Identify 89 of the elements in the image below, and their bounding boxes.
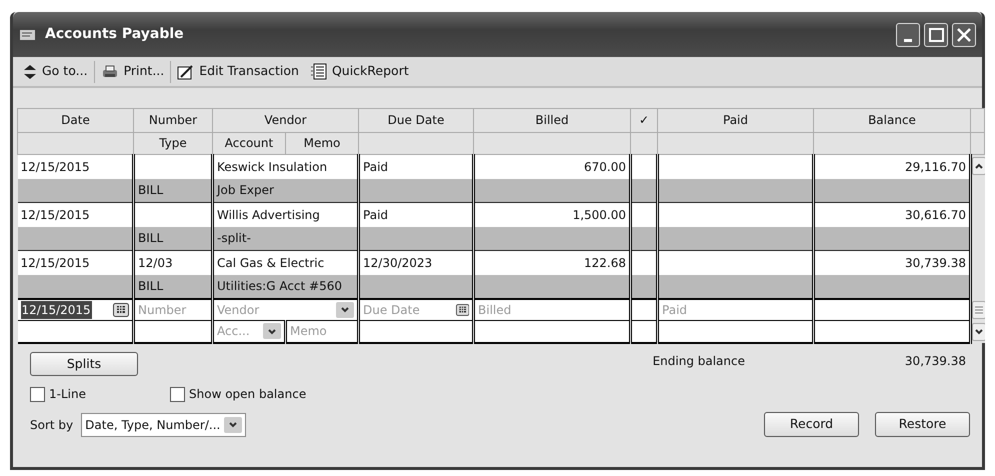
minimize-icon [904,38,912,42]
up-caret-icon [974,162,984,170]
table-cell: 30,739.38 [814,250,971,274]
sort-label: Sort by [30,416,74,434]
checkbox-text: 1-Line [49,386,86,404]
window-title: Accounts Payable [45,25,184,44]
dropdown-button[interactable] [336,302,354,318]
caret-icon [974,327,984,336]
checkbox[interactable] [170,386,185,402]
toolbar-button[interactable]: Edit Transaction [171,60,305,83]
input-field[interactable]: Memo [290,322,354,340]
column-header: Type [134,132,212,154]
register-icon [19,28,37,42]
column-header: Billed [474,108,631,132]
check-mark-column-header: ✓ [630,108,658,132]
column-header: Paid [658,108,814,132]
calendar-icon [113,302,129,317]
table-cell: -split- [212,226,359,250]
table-cell: BILL [134,226,212,250]
action-button[interactable]: Record [764,412,859,437]
column-header: Due Date [358,108,474,132]
column-header: Memo [286,132,359,154]
table-cell: 12/15/2015 [18,202,134,226]
table-cell: 1,500.00 [474,202,631,226]
entry-field[interactable]: Due Date [358,298,474,320]
table-cell: 122.68 [474,250,631,274]
entry-field[interactable]: Vendor [212,298,359,320]
table-cell: 29,116.70 [814,154,971,178]
caret-icon [267,326,277,336]
input-field[interactable]: Paid [662,300,810,319]
column-header: Balance [814,108,971,132]
up-down-arrows-icon [23,64,37,80]
table-cell: 12/30/2023 [358,250,474,274]
entry-field[interactable]: Memo [286,320,359,342]
toolbar-button[interactable]: Go to... [17,60,94,83]
table-cell: Utilities:G Acct #560 [212,274,359,298]
maximize-icon [929,28,944,42]
input-field[interactable]: Billed [478,300,626,319]
column-header: Date [18,108,134,132]
table-cell: 12/03 [134,250,212,274]
scrollbar-thumb[interactable] [972,300,985,318]
caret-icon [228,420,238,430]
minimize-button[interactable] [896,22,920,46]
table-cell: Job Exper [212,178,359,202]
table-cell: Keswick Insulation [212,154,359,178]
action-button[interactable]: Restore [875,412,970,437]
table-cell: BILL [134,274,212,298]
report-icon [310,63,327,80]
close-icon [956,27,972,42]
column-header: Vendor [212,108,359,132]
entry-field[interactable]: Number [134,298,212,320]
table-cell: Paid [358,202,474,226]
checkbox-text: Show open balance [189,386,306,404]
table-cell: Willis Advertising [212,202,359,226]
caret-icon [340,305,350,314]
column-header: Account [212,132,286,154]
scroll-up-button[interactable] [972,157,985,175]
table-cell: Cal Gas & Electric [212,250,359,274]
entry-field[interactable]: Acc... [212,320,286,342]
pencil-paper-icon [177,64,194,80]
entry-field[interactable]: Paid [658,298,814,320]
toolbar-button[interactable]: Print... [94,60,170,83]
sort-dropdown[interactable]: Date, Type, Number/... [81,412,246,437]
table-cell: Paid [358,154,474,178]
toolbar-button[interactable]: QuickReport [304,60,415,83]
ending-balance-label: Ending balance [652,352,745,370]
scroll-down-button[interactable] [972,322,985,340]
table-cell: BILL [134,178,212,202]
date-field[interactable]: 12/15/2015 [20,300,92,319]
splits-button[interactable]: Splits [30,352,138,376]
input-field[interactable]: Number [138,300,208,319]
table-cell: 30,616.70 [814,202,971,226]
table-cell: 12/15/2015 [18,154,134,178]
sort-value: Date, Type, Number/... [85,416,220,434]
column-header: Number [134,108,212,132]
input-field[interactable]: Acc... [217,322,259,340]
ending-balance-value: 30,739.38 [904,352,967,370]
input-field[interactable]: Vendor [217,300,332,319]
close-button[interactable] [952,22,976,46]
table-cell: 12/15/2015 [18,250,134,274]
maximize-button[interactable] [924,22,948,46]
dropdown-button[interactable] [224,416,242,433]
input-field[interactable]: Due Date [363,300,452,319]
checkbox[interactable] [30,386,45,402]
table-cell: 670.00 [474,154,631,178]
printer-icon [100,64,119,80]
entry-field[interactable]: Billed [474,298,631,320]
calendar-icon [456,302,470,317]
dropdown-button[interactable] [263,323,281,340]
